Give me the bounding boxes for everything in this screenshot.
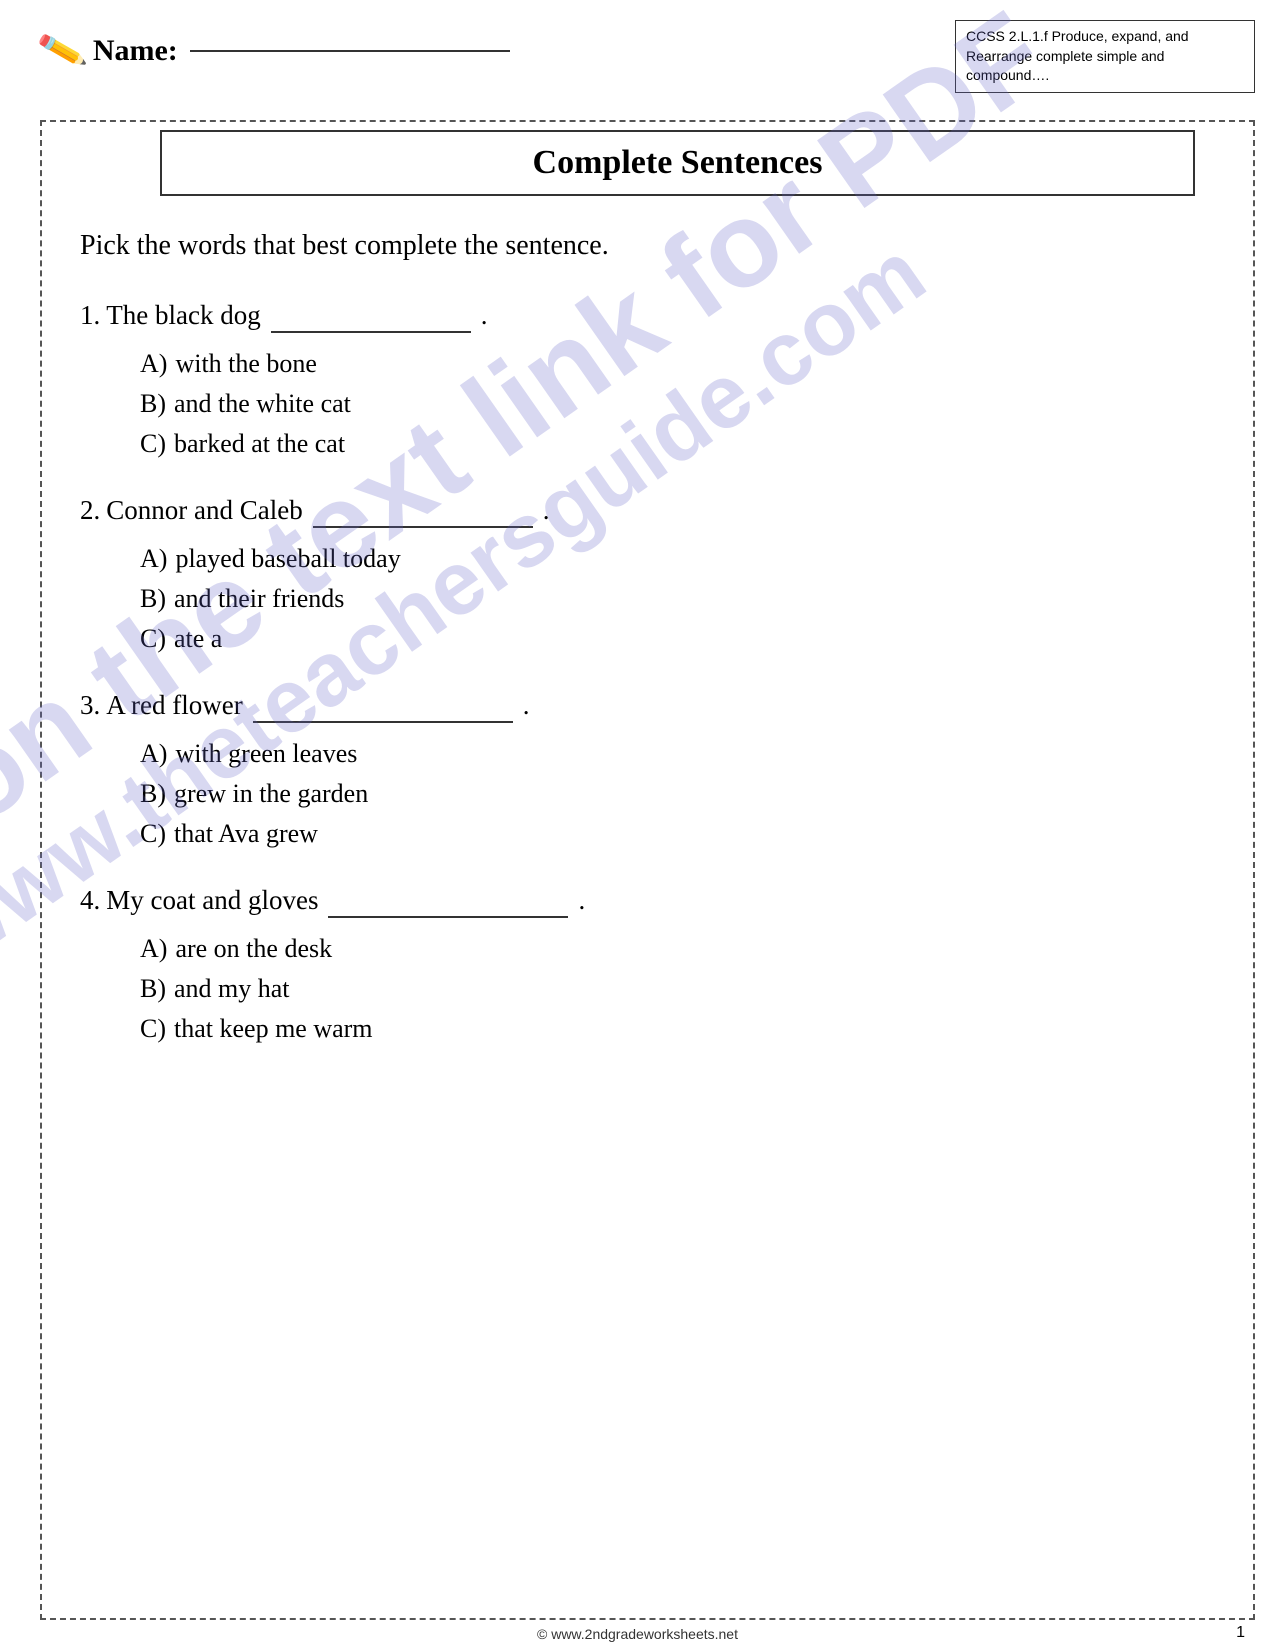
title-text: Complete Sentences — [533, 144, 823, 181]
q1-a-text: with the bone — [175, 349, 317, 379]
q1-b-label: B) — [140, 389, 166, 419]
q4-blank — [328, 885, 568, 918]
q3-options: A) with green leaves B) grew in the gard… — [140, 739, 1215, 849]
q4-option-a: A) are on the desk — [140, 934, 1215, 964]
name-section: ✏️ Name: — [40, 20, 510, 72]
q2-period: . — [543, 495, 550, 526]
q4-c-label: C) — [140, 1014, 166, 1044]
footer-copyright: © www.2ndgradeworksheets.net — [537, 1626, 738, 1642]
q1-number: 1. — [80, 300, 100, 331]
q4-period: . — [578, 885, 585, 916]
q1-option-b: B) and the white cat — [140, 389, 1215, 419]
q2-a-label: A) — [140, 544, 167, 574]
q3-b-label: B) — [140, 779, 166, 809]
q3-number: 3. — [80, 690, 100, 721]
q3-blank — [253, 690, 513, 723]
q4-stem-text: My coat and gloves — [106, 885, 318, 916]
header: ✏️ Name: CCSS 2.L.1.f Produce, expand, a… — [40, 20, 1255, 93]
q4-b-label: B) — [140, 974, 166, 1004]
footer: © www.2ndgradeworksheets.net — [0, 1626, 1275, 1642]
q4-a-text: are on the desk — [175, 934, 332, 964]
q3-a-text: with green leaves — [175, 739, 357, 769]
q1-c-label: C) — [140, 429, 166, 459]
q1-option-a: A) with the bone — [140, 349, 1215, 379]
q2-blank — [313, 495, 533, 528]
q3-c-text: that Ava grew — [174, 819, 318, 849]
standard-text: CCSS 2.L.1.f Produce, expand, and Rearra… — [966, 28, 1189, 83]
question-3: 3. A red flower . A) with green leaves B… — [80, 690, 1215, 849]
q1-option-c: C) barked at the cat — [140, 429, 1215, 459]
q4-options: A) are on the desk B) and my hat C) that… — [140, 934, 1215, 1044]
q4-number: 4. — [80, 885, 100, 916]
q4-option-b: B) and my hat — [140, 974, 1215, 1004]
q2-number: 2. — [80, 495, 100, 526]
name-line — [190, 50, 510, 52]
question-1-stem: 1. The black dog . — [80, 300, 1215, 333]
q1-b-text: and the white cat — [174, 389, 351, 419]
title-box: Complete Sentences — [160, 130, 1195, 196]
q3-b-text: grew in the garden — [174, 779, 368, 809]
q3-option-a: A) with green leaves — [140, 739, 1215, 769]
q2-option-b: B) and their friends — [140, 584, 1215, 614]
footer-page-number: 1 — [1236, 1624, 1245, 1642]
questions-container: 1. The black dog . A) with the bone B) a… — [80, 300, 1215, 1080]
q3-period: . — [523, 690, 530, 721]
q1-period: . — [481, 300, 488, 331]
question-4-stem: 4. My coat and gloves . — [80, 885, 1215, 918]
q3-c-label: C) — [140, 819, 166, 849]
q2-c-label: C) — [140, 624, 166, 654]
q4-b-text: and my hat — [174, 974, 290, 1004]
q4-option-c: C) that keep me warm — [140, 1014, 1215, 1044]
q3-stem-text: A red flower — [106, 690, 242, 721]
q2-stem-text: Connor and Caleb — [106, 495, 302, 526]
q3-option-c: C) that Ava grew — [140, 819, 1215, 849]
question-2-stem: 2. Connor and Caleb . — [80, 495, 1215, 528]
q3-option-b: B) grew in the garden — [140, 779, 1215, 809]
q2-option-a: A) played baseball today — [140, 544, 1215, 574]
q2-b-label: B) — [140, 584, 166, 614]
q2-b-text: and their friends — [174, 584, 344, 614]
q1-blank — [271, 300, 471, 333]
q4-c-text: that keep me warm — [174, 1014, 373, 1044]
question-2: 2. Connor and Caleb . A) played baseball… — [80, 495, 1215, 654]
q1-stem-text: The black dog — [106, 300, 260, 331]
question-1: 1. The black dog . A) with the bone B) a… — [80, 300, 1215, 459]
q2-a-text: played baseball today — [175, 544, 400, 574]
standard-box: CCSS 2.L.1.f Produce, expand, and Rearra… — [955, 20, 1255, 93]
q4-a-label: A) — [140, 934, 167, 964]
q2-c-text: ate a — [174, 624, 222, 654]
q2-option-c: C) ate a — [140, 624, 1215, 654]
pencil-icon: ✏️ — [35, 25, 89, 77]
question-4: 4. My coat and gloves . A) are on the de… — [80, 885, 1215, 1044]
question-3-stem: 3. A red flower . — [80, 690, 1215, 723]
name-label: Name: — [93, 34, 178, 68]
q1-options: A) with the bone B) and the white cat C)… — [140, 349, 1215, 459]
q1-c-text: barked at the cat — [174, 429, 345, 459]
q1-a-label: A) — [140, 349, 167, 379]
instructions-text: Pick the words that best complete the se… — [80, 230, 609, 261]
q3-a-label: A) — [140, 739, 167, 769]
q2-options: A) played baseball today B) and their fr… — [140, 544, 1215, 654]
worksheet-page: ✏️ Name: CCSS 2.L.1.f Produce, expand, a… — [0, 0, 1275, 1650]
instructions: Pick the words that best complete the se… — [80, 230, 1215, 262]
